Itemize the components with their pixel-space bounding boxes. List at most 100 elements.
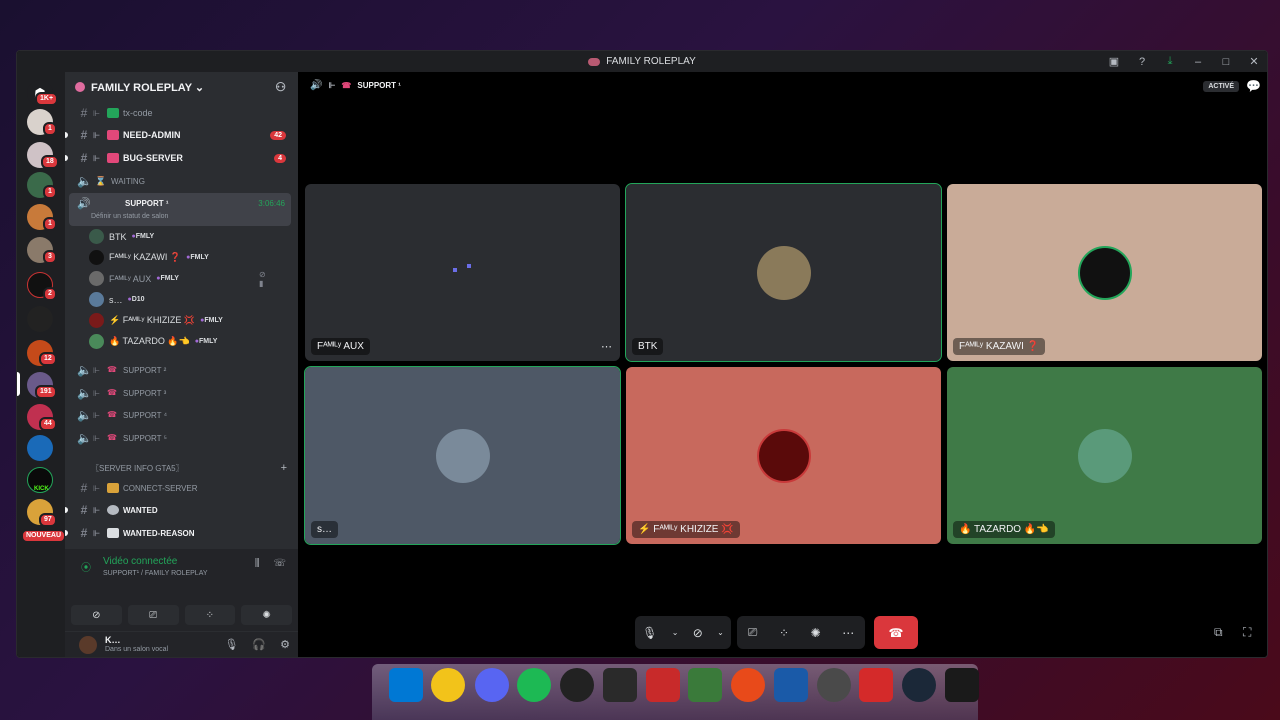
- badge: 3: [43, 250, 57, 264]
- channel-support-3[interactable]: 🔈 ⊩ ☎ SUPPORT ³: [65, 383, 298, 403]
- category-server-info[interactable]: 〖SERVER INFO GTA5〗 +: [77, 461, 287, 475]
- voice-member[interactable]: ⚡ Fᴬᴹᴵᴸʸ KHIZIZE 💢 FMLY: [89, 311, 223, 330]
- end-call-button[interactable]: ☎: [874, 616, 918, 649]
- channel-support-1[interactable]: 🔊 SUPPORT ¹ 3:06:46 Définir un statut de…: [69, 193, 291, 226]
- maximize-button[interactable]: □: [1219, 56, 1233, 68]
- discord-icon[interactable]: [475, 668, 509, 702]
- app-icon[interactable]: [859, 668, 893, 702]
- video-tile[interactable]: ⚡ Fᴬᴹᴵᴸʸ KHIZIZE 💢: [626, 367, 941, 544]
- channel-label: SUPPORT ⁵: [123, 433, 167, 443]
- voice-member[interactable]: BTK FMLY: [89, 227, 154, 246]
- badge: 12: [39, 352, 57, 366]
- channel-support-2[interactable]: 🔈 ⊩ ☎ SUPPORT ²: [65, 360, 298, 380]
- app-icon[interactable]: [945, 668, 979, 702]
- microphone-icon[interactable]: 🎙: [642, 626, 657, 640]
- member-name: ⚡ Fᴬᴹᴵᴸʸ KHIZIZE 💢: [109, 315, 196, 325]
- soundboard-icon[interactable]: ✺: [811, 626, 821, 640]
- voice-member[interactable]: s… D10: [89, 290, 145, 309]
- channel-tx-code[interactable]: # ⊩ tx-code: [65, 103, 298, 123]
- channel-wanted[interactable]: # ⊩ WANTED: [65, 500, 298, 520]
- member-tag: FMLY: [186, 254, 208, 261]
- channel-connect-server[interactable]: # ⊩ CONNECT-SERVER: [65, 478, 298, 498]
- guild-header[interactable]: FAMILY ROLEPLAY ⌄ ⚇: [65, 72, 298, 102]
- channel-label: BUG-SERVER: [123, 153, 183, 163]
- windows-start-icon[interactable]: [389, 668, 423, 702]
- voice-member[interactable]: Fᴬᴹᴵᴸʸ KAZAWI ❓ FMLY: [89, 248, 209, 267]
- fullscreen-icon[interactable]: ⛶: [1243, 625, 1251, 640]
- guild-name: FAMILY ROLEPLAY ⌄: [91, 81, 205, 94]
- more-options-icon[interactable]: ⋯: [601, 340, 612, 353]
- inbox-icon[interactable]: ▣: [1107, 55, 1121, 68]
- phone-icon: ☎: [341, 81, 352, 90]
- user-name[interactable]: K…: [105, 635, 121, 645]
- chevron-down-icon[interactable]: ⌄: [717, 628, 724, 637]
- sos-icon: [107, 130, 119, 140]
- video-tile[interactable]: BTK: [625, 183, 942, 362]
- game-launcher-icon[interactable]: [603, 668, 637, 702]
- close-button[interactable]: ✕: [1247, 55, 1261, 68]
- screen-share-icon[interactable]: ⎚: [748, 625, 758, 640]
- channel-need-admin[interactable]: # ⊩ NEED-ADMIN 42: [65, 125, 298, 145]
- avatar: [89, 271, 104, 286]
- download-icon[interactable]: ⤓: [1163, 55, 1177, 68]
- phone-icon: ☎: [107, 388, 117, 397]
- noise-suppression-icon[interactable]: ⫼: [255, 558, 260, 569]
- check-icon: [107, 108, 119, 118]
- activity-badge[interactable]: ACTIVÉ: [1203, 81, 1239, 92]
- camera-off-icon[interactable]: ⊘: [693, 626, 703, 640]
- server-icon[interactable]: [27, 306, 53, 332]
- app-icon[interactable]: [774, 668, 808, 702]
- chevron-down-icon[interactable]: ⌄: [672, 628, 679, 637]
- avatar[interactable]: [79, 636, 97, 654]
- app-icon[interactable]: [688, 668, 722, 702]
- voice-member[interactable]: 🔥 TAZARDO 🔥👈 FMLY: [89, 332, 217, 351]
- speaker-icon: 🔈: [77, 386, 92, 400]
- video-tile[interactable]: Fᴬᴹᴵᴸʸ AUX ⋯: [305, 184, 620, 361]
- chat-icon[interactable]: 💬: [1246, 79, 1261, 93]
- channel-waiting[interactable]: 🔈 ⌛ WAITING: [65, 171, 298, 191]
- screen-share-button[interactable]: ⎚: [127, 605, 179, 625]
- steam-icon[interactable]: [902, 668, 936, 702]
- activities-icon[interactable]: ⁘: [779, 626, 789, 640]
- gta-icon[interactable]: [817, 668, 851, 702]
- help-icon[interactable]: ?: [1135, 56, 1149, 68]
- headphones-icon[interactable]: 🎧: [252, 638, 266, 651]
- badge: 97: [39, 513, 57, 527]
- channel-wanted-reason[interactable]: # ⊩ WANTED-REASON: [65, 523, 298, 543]
- arc-raiders-icon[interactable]: [646, 668, 680, 702]
- voice-location[interactable]: SUPPORT¹ / FAMILY ROLEPLAY: [103, 570, 208, 577]
- activities-button[interactable]: ⁘: [184, 605, 236, 625]
- phone-icon: ☎: [107, 433, 117, 442]
- ea-icon[interactable]: [731, 668, 765, 702]
- channel-support-4[interactable]: 🔈 ⊩ ☎ SUPPORT ⁴: [65, 405, 298, 425]
- microphone-icon[interactable]: 🎙: [224, 638, 238, 651]
- category-label: 〖SERVER INFO GTA5〗: [91, 463, 184, 473]
- add-user-icon[interactable]: ⚇: [275, 80, 286, 94]
- spotify-icon[interactable]: [517, 668, 551, 702]
- obs-icon[interactable]: [560, 668, 594, 702]
- camera-off-button[interactable]: ⊘: [71, 605, 122, 625]
- channel-bug-server[interactable]: # ⊩ BUG-SERVER 4: [65, 148, 298, 168]
- video-tile[interactable]: s…: [304, 366, 621, 545]
- soundboard-button[interactable]: ✺: [241, 605, 292, 625]
- disconnect-icon[interactable]: ☏: [273, 558, 286, 569]
- call-channel-name: SUPPORT ¹: [357, 81, 401, 90]
- server-icon[interactable]: [27, 435, 53, 461]
- settings-gear-icon[interactable]: ⚙: [280, 638, 290, 651]
- badge: 18: [41, 155, 59, 169]
- chrome-icon[interactable]: [431, 668, 465, 702]
- channel-support-5[interactable]: 🔈 ⊩ ☎ SUPPORT ⁵: [65, 428, 298, 448]
- avatar: [1077, 245, 1132, 300]
- speaker-icon: 🔊: [310, 80, 323, 91]
- voice-status[interactable]: Vidéo connectée: [103, 556, 177, 567]
- voice-member[interactable]: Fᴬᴹᴵᴸʸ AUX FMLY ⊘ ▮: [89, 269, 266, 288]
- channel-sidebar: FAMILY ROLEPLAY ⌄ ⚇ # ⊩ tx-code # ⊩ NEED-A…: [65, 72, 298, 657]
- video-tile[interactable]: 🔥 TAZARDO 🔥👈: [947, 367, 1262, 544]
- minimize-button[interactable]: –: [1191, 56, 1205, 68]
- add-channel-icon[interactable]: +: [281, 462, 287, 474]
- video-tile[interactable]: Fᴬᴹᴵᴸʸ KAZAWI ❓: [947, 184, 1262, 361]
- member-tag: FMLY: [200, 317, 222, 324]
- rules-icon: ⊩: [328, 81, 336, 90]
- more-icon[interactable]: ⋯: [842, 626, 854, 640]
- pop-out-icon[interactable]: ⧉: [1214, 625, 1223, 640]
